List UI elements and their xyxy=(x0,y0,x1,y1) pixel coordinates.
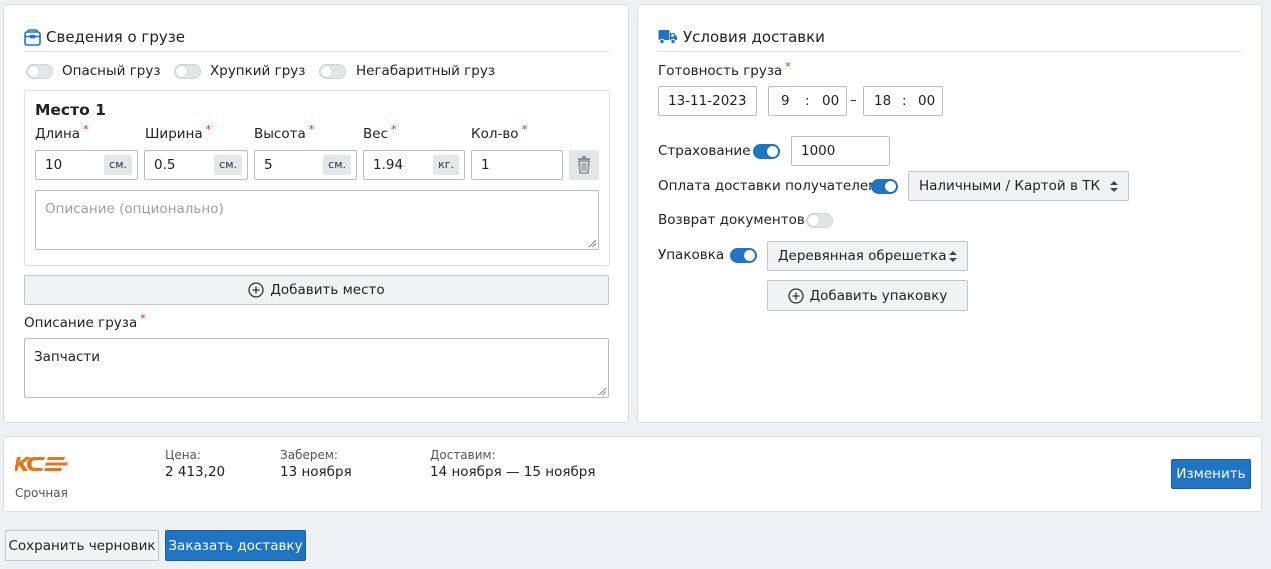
quantity-label: Кол-во * xyxy=(471,123,528,142)
weight-label: Вес * xyxy=(363,123,397,142)
length-input[interactable]: 10 см. xyxy=(35,150,138,180)
oversized-cargo-label: Негабаритный груз xyxy=(356,63,496,79)
payment-method-value: Наличными / Картой в ТК xyxy=(919,178,1101,194)
price-value: 2 413,20 xyxy=(165,464,226,480)
readiness-label: Готовность груза * xyxy=(658,60,791,79)
order-delivery-label: Заказать доставку xyxy=(168,537,303,554)
divider xyxy=(658,51,1241,52)
change-carrier-label: Изменить xyxy=(1176,466,1246,482)
packaging-select[interactable]: Деревянная обрешетка xyxy=(767,241,968,271)
truck-icon xyxy=(658,30,677,45)
insurance-label: Страхование xyxy=(658,143,751,159)
save-draft-button[interactable]: Сохранить черновик xyxy=(5,530,159,561)
weight-value: 1.94 xyxy=(373,157,404,173)
carrier-logo xyxy=(15,457,68,471)
length-unit: см. xyxy=(104,155,132,175)
time-from-input[interactable]: 9 : 00 xyxy=(768,86,847,116)
insurance-amount-value: 1000 xyxy=(801,143,836,159)
carrier-offer: Срочная Цена: 2 413,20 Заберем: 13 ноябр… xyxy=(3,436,1262,512)
time-separator: : xyxy=(805,93,810,109)
time-to-hours[interactable]: 18 xyxy=(874,93,891,109)
cargo-description-textarea[interactable]: Запчасти xyxy=(24,338,609,398)
time-range-dash: – xyxy=(850,92,857,108)
width-value: 0.5 xyxy=(154,157,176,173)
cargo-description-label: Описание груза * xyxy=(24,312,146,331)
time-from-hours[interactable]: 9 xyxy=(781,93,790,109)
plus-circle-icon xyxy=(248,282,264,298)
cargo-panel-header: Сведения о грузе xyxy=(24,28,185,46)
receiver-pays-label: Оплата доставки получателем xyxy=(658,178,879,194)
delete-place-button[interactable] xyxy=(569,150,599,180)
quantity-value: 1 xyxy=(481,157,490,173)
quantity-input[interactable]: 1 xyxy=(471,150,563,180)
packaging-value: Деревянная обрешетка xyxy=(778,248,947,264)
time-to-input[interactable]: 18 : 00 xyxy=(863,86,943,116)
order-delivery-button[interactable]: Заказать доставку xyxy=(165,530,306,561)
height-unit: см. xyxy=(323,155,351,175)
dangerous-cargo-label: Опасный груз xyxy=(62,63,161,79)
height-value: 5 xyxy=(264,157,273,173)
delivery-panel-header: Условия доставки xyxy=(658,28,825,46)
plus-circle-icon xyxy=(787,287,804,304)
price-label: Цена: xyxy=(165,448,201,462)
return-docs-label: Возврат документов xyxy=(658,212,805,228)
delivery-panel-title: Условия доставки xyxy=(683,28,825,46)
width-input[interactable]: 0.5 см. xyxy=(144,150,248,180)
select-arrows-icon xyxy=(949,251,957,262)
dangerous-cargo-toggle[interactable] xyxy=(26,64,53,79)
cargo-panel-title: Сведения о грузе xyxy=(46,28,185,46)
weight-input[interactable]: 1.94 кг. xyxy=(363,150,465,180)
oversized-cargo-toggle[interactable] xyxy=(319,64,346,79)
delivery-panel: Условия доставки Готовность груза * 13-11… xyxy=(637,4,1262,423)
receiver-pays-toggle[interactable] xyxy=(871,179,898,194)
pickup-label: Заберем: xyxy=(280,448,338,462)
fragile-cargo-label: Хрупкий груз xyxy=(210,63,306,79)
box-icon xyxy=(24,28,41,46)
readiness-date-value: 13-11-2023 xyxy=(668,93,747,109)
packaging-label: Упаковка xyxy=(658,247,725,263)
change-carrier-button[interactable]: Изменить xyxy=(1171,459,1251,489)
payment-method-select[interactable]: Наличными / Картой в ТК xyxy=(908,171,1129,201)
return-docs-toggle[interactable] xyxy=(806,213,833,228)
width-unit: см. xyxy=(214,155,242,175)
divider xyxy=(24,51,609,52)
resize-handle[interactable] xyxy=(599,388,606,395)
add-place-button[interactable]: Добавить место xyxy=(24,275,609,305)
place-description-placeholder: Описание (опционально) xyxy=(45,201,224,217)
height-input[interactable]: 5 см. xyxy=(254,150,357,180)
save-draft-label: Сохранить черновик xyxy=(8,537,156,554)
carrier-service-type: Срочная xyxy=(15,486,68,500)
weight-unit: кг. xyxy=(433,155,459,175)
cargo-panel: Сведения о грузе Опасный груз Хрупкий гр… xyxy=(3,4,629,423)
readiness-date-input[interactable]: 13-11-2023 xyxy=(658,86,757,116)
width-label: Ширина * xyxy=(145,123,212,142)
insurance-toggle[interactable] xyxy=(753,144,780,159)
time-separator: : xyxy=(902,93,907,109)
place-description-textarea[interactable]: Описание (опционально) xyxy=(35,190,599,250)
delivery-value: 14 ноября — 15 ноября xyxy=(430,464,596,480)
length-value: 10 xyxy=(45,157,63,173)
add-packaging-label: Добавить упаковку xyxy=(809,287,948,304)
length-label: Длина * xyxy=(35,123,89,142)
insurance-amount-input[interactable]: 1000 xyxy=(791,136,890,166)
add-place-label: Добавить место xyxy=(270,282,385,298)
place-title: Место 1 xyxy=(35,101,106,119)
trash-icon xyxy=(578,156,590,174)
delivery-label: Доставим: xyxy=(430,448,496,462)
time-to-minutes[interactable]: 00 xyxy=(918,93,935,109)
height-label: Высота * xyxy=(254,123,315,142)
time-from-minutes[interactable]: 00 xyxy=(822,93,839,109)
resize-handle[interactable] xyxy=(589,240,596,247)
select-arrows-icon xyxy=(1110,181,1118,192)
cargo-description-value: Запчасти xyxy=(34,349,101,365)
fragile-cargo-toggle[interactable] xyxy=(174,64,201,79)
add-packaging-button[interactable]: Добавить упаковку xyxy=(767,280,968,311)
pickup-value: 13 ноября xyxy=(280,464,352,480)
packaging-toggle[interactable] xyxy=(730,248,757,263)
place-card: Место 1 Длина * Ширина * Высота * Вес * Кол-… xyxy=(24,90,610,266)
